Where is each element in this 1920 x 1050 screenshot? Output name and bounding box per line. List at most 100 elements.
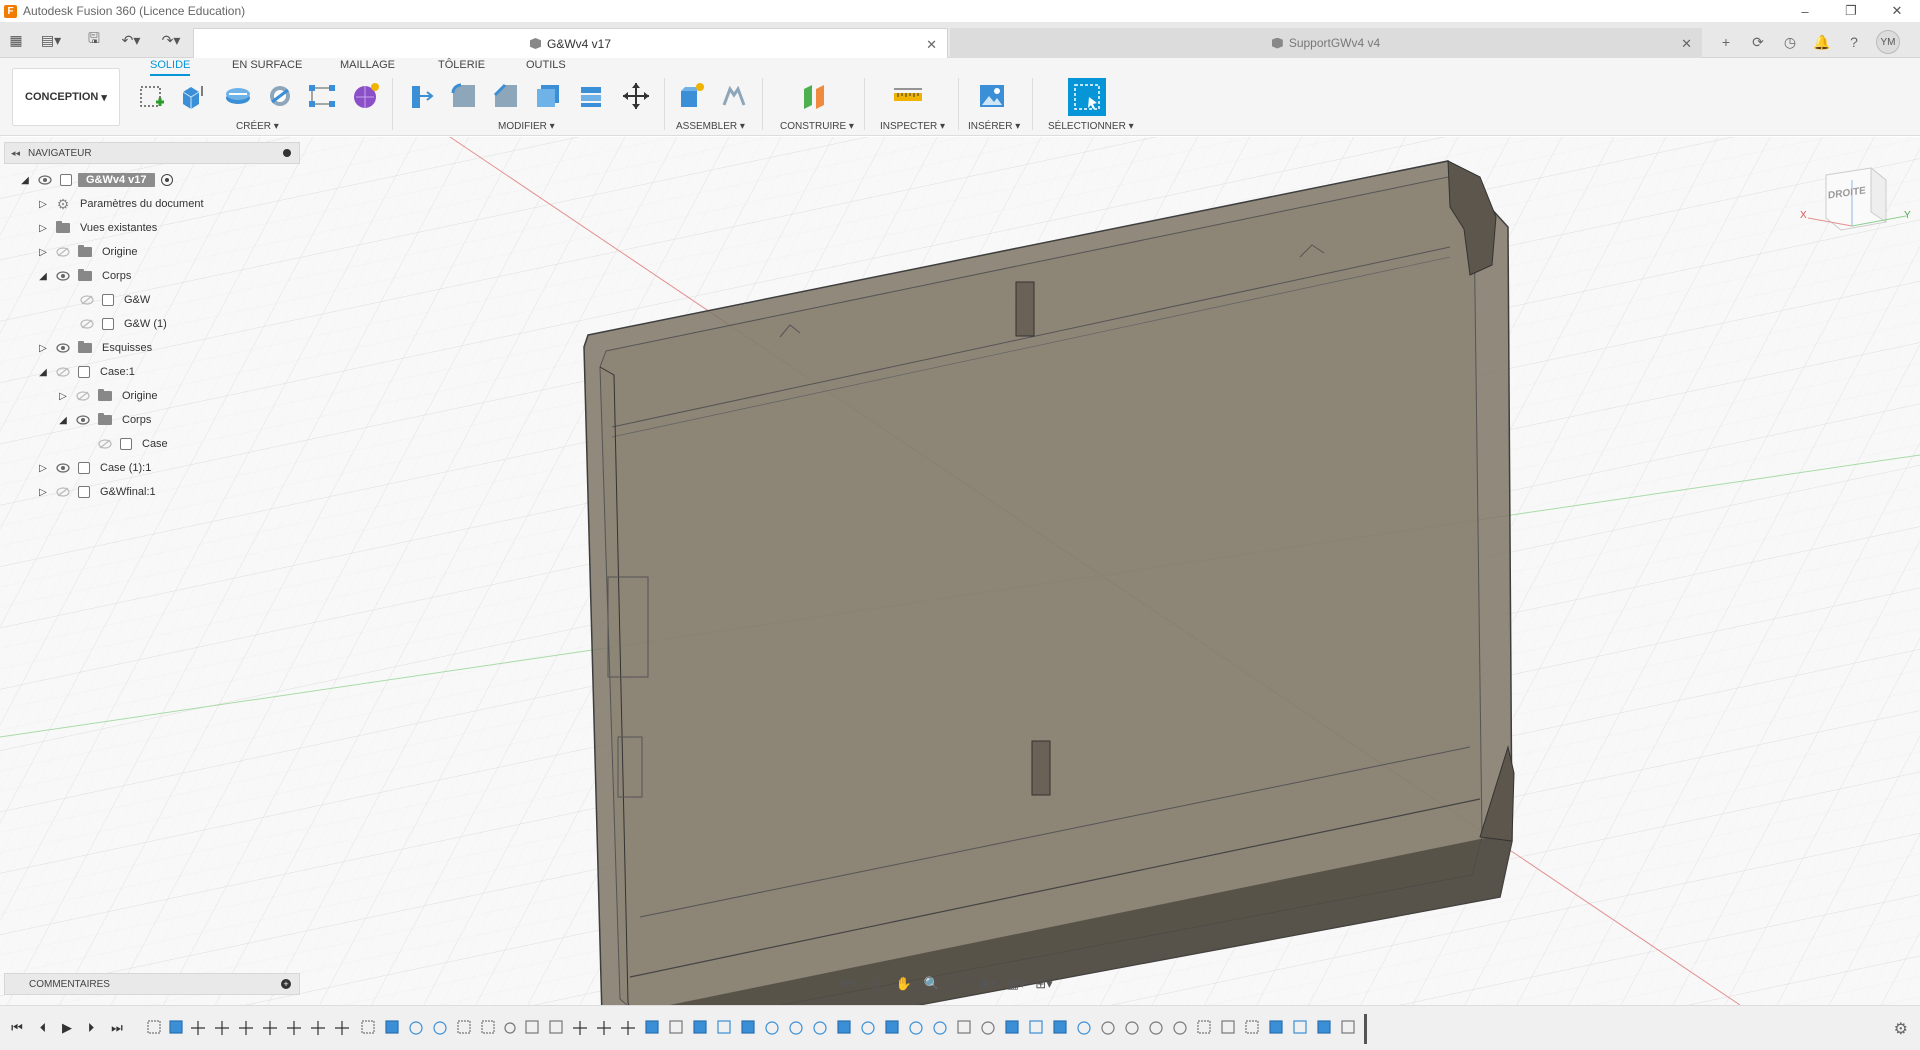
pattern-icon[interactable] <box>306 80 338 112</box>
create-group-label[interactable]: CRÉER ▾ <box>236 121 279 132</box>
tree-root[interactable]: ◢ G&Wv4 v17 <box>20 168 173 192</box>
activate-target-icon[interactable] <box>160 174 173 186</box>
insert-group-label[interactable]: INSÉRER ▾ <box>968 121 1020 132</box>
expand-triangle-icon[interactable]: ▷ <box>38 247 48 258</box>
restore-button[interactable]: ❐ <box>1828 0 1874 22</box>
add-comment-icon[interactable]: + <box>281 979 291 989</box>
expand-triangle-icon[interactable]: ▷ <box>58 391 68 402</box>
fillet-icon[interactable] <box>448 80 480 112</box>
expand-triangle-icon[interactable]: ▷ <box>38 487 48 498</box>
collapse-arrows-icon[interactable]: ◂◂ <box>11 148 20 159</box>
tab-outils[interactable]: OUTILS <box>526 59 566 71</box>
save-icon[interactable]: 🖫 <box>84 28 104 52</box>
timeline-play-icon[interactable]: ▶ <box>58 1019 76 1037</box>
tab-maillage[interactable]: MAILLAGE <box>340 59 395 71</box>
tree-item-bodies[interactable]: ◢ Corps <box>38 264 131 288</box>
measure-icon[interactable] <box>892 80 924 112</box>
expand-triangle-icon[interactable]: ▷ <box>38 199 48 210</box>
sweep-icon[interactable] <box>264 80 296 112</box>
move-copy-icon[interactable] <box>620 80 652 112</box>
expand-triangle-icon[interactable]: ◢ <box>58 415 68 426</box>
minimize-button[interactable]: – <box>1782 0 1828 22</box>
tree-item-named-views[interactable]: ▷ Vues existantes <box>38 216 157 240</box>
timeline-last-icon[interactable]: ⏭ <box>108 1019 126 1037</box>
tree-item-origin[interactable]: ▷ Origine <box>38 240 137 264</box>
tree-item-body-case[interactable]: Case <box>98 432 168 456</box>
job-status-icon[interactable]: ◷ <box>1780 32 1800 52</box>
pin-icon[interactable] <box>283 149 291 157</box>
tab-en-surface[interactable]: EN SURFACE <box>232 59 302 71</box>
expand-triangle-icon[interactable]: ▷ <box>38 343 48 354</box>
expand-triangle-icon[interactable]: ▷ <box>38 463 48 474</box>
timeline-first-icon[interactable]: ⏮ <box>8 1019 26 1037</box>
eye-hidden-icon[interactable] <box>98 439 112 449</box>
tab-tolerie[interactable]: TÔLERIE <box>438 59 485 71</box>
data-panel-grid-icon[interactable]: ▦ <box>6 28 26 52</box>
user-avatar[interactable]: YM <box>1876 30 1900 54</box>
eye-hidden-icon[interactable] <box>80 295 94 305</box>
create-form-icon[interactable] <box>350 80 382 112</box>
timeline-marker-handle[interactable] <box>1364 1014 1367 1044</box>
select-group-label[interactable]: SÉLECTIONNER ▾ <box>1048 121 1134 132</box>
extensions-icon[interactable]: ⟳ <box>1748 32 1768 52</box>
workspace-selector-button[interactable]: CONCEPTION ▾ <box>12 68 120 126</box>
new-component-icon[interactable] <box>676 80 708 112</box>
tree-item-body-gw-1[interactable]: G&W (1) <box>80 312 167 336</box>
timeline-next-icon[interactable]: ⏵ <box>82 1019 100 1037</box>
notifications-bell-icon[interactable]: 🔔 <box>1812 32 1832 52</box>
orbit-icon[interactable]: ✥▾ <box>838 975 858 993</box>
insert-canvas-icon[interactable] <box>976 80 1008 112</box>
select-icon[interactable] <box>1068 78 1106 116</box>
create-sketch-icon[interactable] <box>136 80 168 112</box>
file-menu-icon[interactable]: ▤▾ <box>38 28 64 52</box>
timeline-settings-gear-icon[interactable]: ⚙ <box>1894 1019 1908 1039</box>
help-icon[interactable]: ? <box>1844 32 1864 52</box>
view-cube[interactable]: DROITE X Y <box>1800 160 1916 240</box>
navigator-header[interactable]: ◂◂ NAVIGATEUR <box>4 142 300 164</box>
tab-close-icon[interactable]: ✕ <box>926 37 937 53</box>
tree-item-body-gw[interactable]: G&W <box>80 288 150 312</box>
tree-item-sketches[interactable]: ▷ Esquisses <box>38 336 152 360</box>
assemble-group-label[interactable]: ASSEMBLER ▾ <box>676 121 745 132</box>
close-window-button[interactable]: ✕ <box>1874 0 1920 22</box>
look-at-icon[interactable]: ⊟ <box>866 975 886 993</box>
expand-triangle-icon[interactable]: ◢ <box>38 271 48 282</box>
eye-visible-icon[interactable] <box>38 175 52 185</box>
zoom-icon[interactable]: 🔍 <box>922 975 942 993</box>
viewports-icon[interactable]: ⊞▾ <box>1034 975 1054 993</box>
zoom-window-icon[interactable]: ⌕▾ <box>950 975 970 993</box>
tree-item-gwfinal-1[interactable]: ▷ G&Wfinal:1 <box>38 480 156 504</box>
tree-item-case-1[interactable]: ◢ Case:1 <box>38 360 135 384</box>
eye-hidden-icon[interactable] <box>76 391 90 401</box>
comments-panel[interactable]: COMMENTAIRES + <box>4 973 300 995</box>
tab-supportgwv4-v4[interactable]: SupportGWv4 v4 ✕ <box>950 28 1702 58</box>
shell-icon[interactable] <box>532 80 564 112</box>
expand-triangle-icon[interactable]: ▷ <box>38 223 48 234</box>
extrude-icon[interactable] <box>176 80 208 112</box>
joint-icon[interactable] <box>718 80 750 112</box>
eye-hidden-icon[interactable] <box>56 367 70 377</box>
eye-hidden-icon[interactable] <box>56 247 70 257</box>
revolve-icon[interactable] <box>222 80 254 112</box>
timeline-previous-icon[interactable]: ⏴ <box>34 1019 52 1037</box>
eye-visible-icon[interactable] <box>56 343 70 353</box>
tree-item-case-bodies[interactable]: ◢ Corps <box>58 408 151 432</box>
pan-hand-icon[interactable]: ✋ <box>894 975 914 993</box>
chamfer-icon[interactable] <box>490 80 522 112</box>
eye-visible-icon[interactable] <box>56 463 70 473</box>
tab-solide[interactable]: SOLIDE <box>150 59 191 76</box>
eye-visible-icon[interactable] <box>76 415 90 425</box>
inspect-group-label[interactable]: INSPECTER ▾ <box>880 121 945 132</box>
press-pull-icon[interactable] <box>404 80 436 112</box>
tab-gwv4-v17[interactable]: G&Wv4 v17 ✕ <box>193 28 948 58</box>
tab-close-icon[interactable]: ✕ <box>1681 36 1692 52</box>
grid-snaps-icon[interactable]: ▦▾ <box>1006 975 1026 993</box>
combine-icon[interactable] <box>576 80 608 112</box>
eye-visible-icon[interactable] <box>56 271 70 281</box>
timeline-features[interactable] <box>146 1018 1366 1038</box>
modify-group-label[interactable]: MODIFIER ▾ <box>498 121 555 132</box>
expand-triangle-icon[interactable]: ◢ <box>20 175 30 186</box>
expand-triangle-icon[interactable]: ◢ <box>38 367 48 378</box>
tree-item-case-1-1[interactable]: ▷ Case (1):1 <box>38 456 151 480</box>
redo-icon[interactable]: ↷▾ <box>156 28 186 52</box>
